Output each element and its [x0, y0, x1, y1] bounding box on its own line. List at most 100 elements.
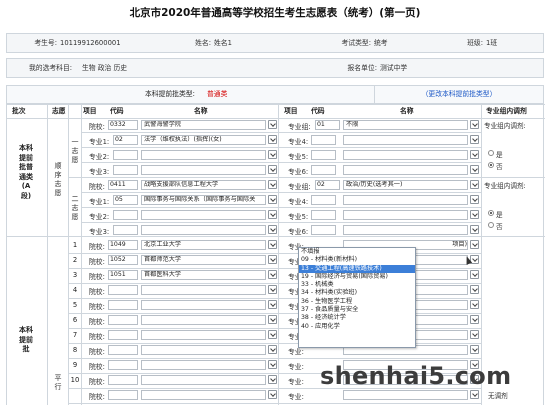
chevron-down-icon[interactable] [268, 180, 277, 189]
chevron-down-icon[interactable] [470, 120, 479, 129]
major-code-input[interactable]: 02 [113, 135, 138, 145]
major-code-input[interactable]: 05 [113, 195, 138, 205]
change-batch-link[interactable]: （更改本科提前批类型） [422, 90, 497, 98]
chevron-down-icon[interactable] [470, 180, 479, 189]
chevron-down-icon[interactable] [268, 225, 277, 234]
chevron-down-icon[interactable] [470, 240, 479, 249]
school-select[interactable]: 武警海警学院 [141, 120, 266, 130]
chevron-down-icon[interactable] [268, 210, 277, 219]
major-select-right[interactable] [343, 165, 468, 175]
major-select[interactable]: 国际事务与国际关系（国际事务与国际关 [141, 195, 266, 205]
chevron-down-icon[interactable] [268, 270, 277, 279]
adjust-no-radio-1[interactable] [488, 162, 494, 168]
adjust-yes-radio-1[interactable] [488, 150, 494, 156]
chevron-down-icon[interactable] [470, 285, 479, 294]
school-code-input[interactable]: 0411 [108, 180, 138, 190]
chevron-down-icon[interactable] [470, 270, 479, 279]
school-select[interactable]: 首都医科大学 [141, 270, 266, 280]
chevron-down-icon[interactable] [268, 345, 277, 354]
chevron-down-icon[interactable] [268, 285, 277, 294]
school-code-input[interactable] [108, 300, 138, 310]
major-code-input[interactable] [113, 210, 138, 220]
chevron-down-icon[interactable] [470, 195, 479, 204]
major-select[interactable]: 法学（维权执法）(指挥)(女) [141, 135, 266, 145]
school-code-input[interactable] [108, 375, 138, 385]
dropdown-option[interactable]: 13 - 交通工程(高速铁路技术) [299, 264, 415, 273]
dropdown-option[interactable]: 09 - 材料类(新材料) [299, 256, 415, 264]
dropdown-option[interactable]: 38 - 经济统计学 [299, 314, 415, 322]
school-code-input[interactable] [108, 330, 138, 340]
chevron-down-icon[interactable] [470, 345, 479, 354]
major-group-code-input[interactable]: 02 [315, 180, 340, 190]
chevron-down-icon[interactable] [268, 120, 277, 129]
school-code-input[interactable] [108, 315, 138, 325]
dropdown-option[interactable]: 19 - 国际经济与贸易(国际贸易) [299, 273, 415, 281]
chevron-down-icon[interactable] [268, 360, 277, 369]
school-select[interactable]: 北京工业大学 [141, 240, 266, 250]
school-select[interactable] [141, 345, 266, 355]
chevron-down-icon[interactable] [268, 240, 277, 249]
major-code-input-right[interactable] [311, 150, 336, 160]
school-code-input[interactable] [108, 390, 138, 400]
school-select[interactable]: 首都师范大学 [141, 255, 266, 265]
major-select-right[interactable] [343, 135, 468, 145]
school-code-input[interactable]: 1049 [108, 240, 138, 250]
major-select-right[interactable] [343, 210, 468, 220]
chevron-down-icon[interactable] [470, 210, 479, 219]
school-code-input[interactable]: 0332 [108, 120, 138, 130]
school-code-input[interactable] [108, 285, 138, 295]
major-select-right[interactable] [343, 225, 468, 235]
chevron-down-icon[interactable] [470, 150, 479, 159]
major-select[interactable] [141, 210, 266, 220]
major-dropdown-list[interactable]: 不填报 09 - 材料类(新材料) 13 - 交通工程(高速铁路技术) 19 - 国际… [298, 247, 416, 348]
dropdown-option[interactable]: 40 - 应用化学 [299, 323, 415, 331]
chevron-down-icon[interactable] [268, 315, 277, 324]
major-code-input[interactable] [113, 150, 138, 160]
major-select-right[interactable] [343, 150, 468, 160]
chevron-down-icon[interactable] [268, 165, 277, 174]
school-select[interactable]: 战略支援部队信息工程大学 [141, 180, 266, 190]
chevron-down-icon[interactable] [268, 330, 277, 339]
school-code-input[interactable]: 1051 [108, 270, 138, 280]
adjust-no-radio-2[interactable] [488, 222, 494, 228]
major-code-input-right[interactable] [311, 195, 336, 205]
adjust-yes-radio-2[interactable] [488, 210, 494, 216]
major-group-select[interactable]: 不限 [343, 120, 468, 130]
chevron-down-icon[interactable] [470, 135, 479, 144]
school-select[interactable] [141, 285, 266, 295]
major-group-select[interactable]: 政治/历史(选考其一) [343, 180, 468, 190]
school-select[interactable] [141, 300, 266, 310]
chevron-down-icon[interactable] [470, 330, 479, 339]
school-code-input[interactable]: 1052 [108, 255, 138, 265]
chevron-down-icon[interactable] [268, 195, 277, 204]
major-code-input-right[interactable] [311, 210, 336, 220]
major-code-input[interactable] [113, 165, 138, 175]
dropdown-option[interactable]: 34 - 材料类(实验班) [299, 289, 415, 297]
school-select[interactable] [141, 315, 266, 325]
major-code-input-right[interactable] [311, 165, 336, 175]
major-select[interactable] [141, 225, 266, 235]
chevron-down-icon[interactable] [268, 390, 277, 399]
major-code-input[interactable] [113, 225, 138, 235]
chevron-down-icon[interactable] [268, 255, 277, 264]
chevron-down-icon[interactable] [268, 150, 277, 159]
chevron-down-icon[interactable] [268, 135, 277, 144]
school-select[interactable] [141, 360, 266, 370]
school-select[interactable] [141, 390, 266, 400]
chevron-down-icon[interactable] [470, 300, 479, 309]
chevron-down-icon[interactable] [470, 165, 479, 174]
chevron-down-icon[interactable] [268, 375, 277, 384]
major-select-right[interactable] [343, 390, 468, 400]
major-group-code-input[interactable]: 01 [315, 120, 340, 130]
major-code-input-right[interactable] [311, 225, 336, 235]
major-select-right[interactable] [343, 195, 468, 205]
major-code-input-right[interactable] [311, 135, 336, 145]
school-select[interactable] [141, 375, 266, 385]
major-select[interactable] [141, 150, 266, 160]
school-code-input[interactable] [108, 360, 138, 370]
school-code-input[interactable] [108, 345, 138, 355]
dropdown-option[interactable]: 36 - 生物医学工程 [299, 298, 415, 306]
chevron-down-icon[interactable] [470, 225, 479, 234]
chevron-down-icon[interactable] [268, 300, 277, 309]
chevron-down-icon[interactable] [470, 390, 479, 399]
